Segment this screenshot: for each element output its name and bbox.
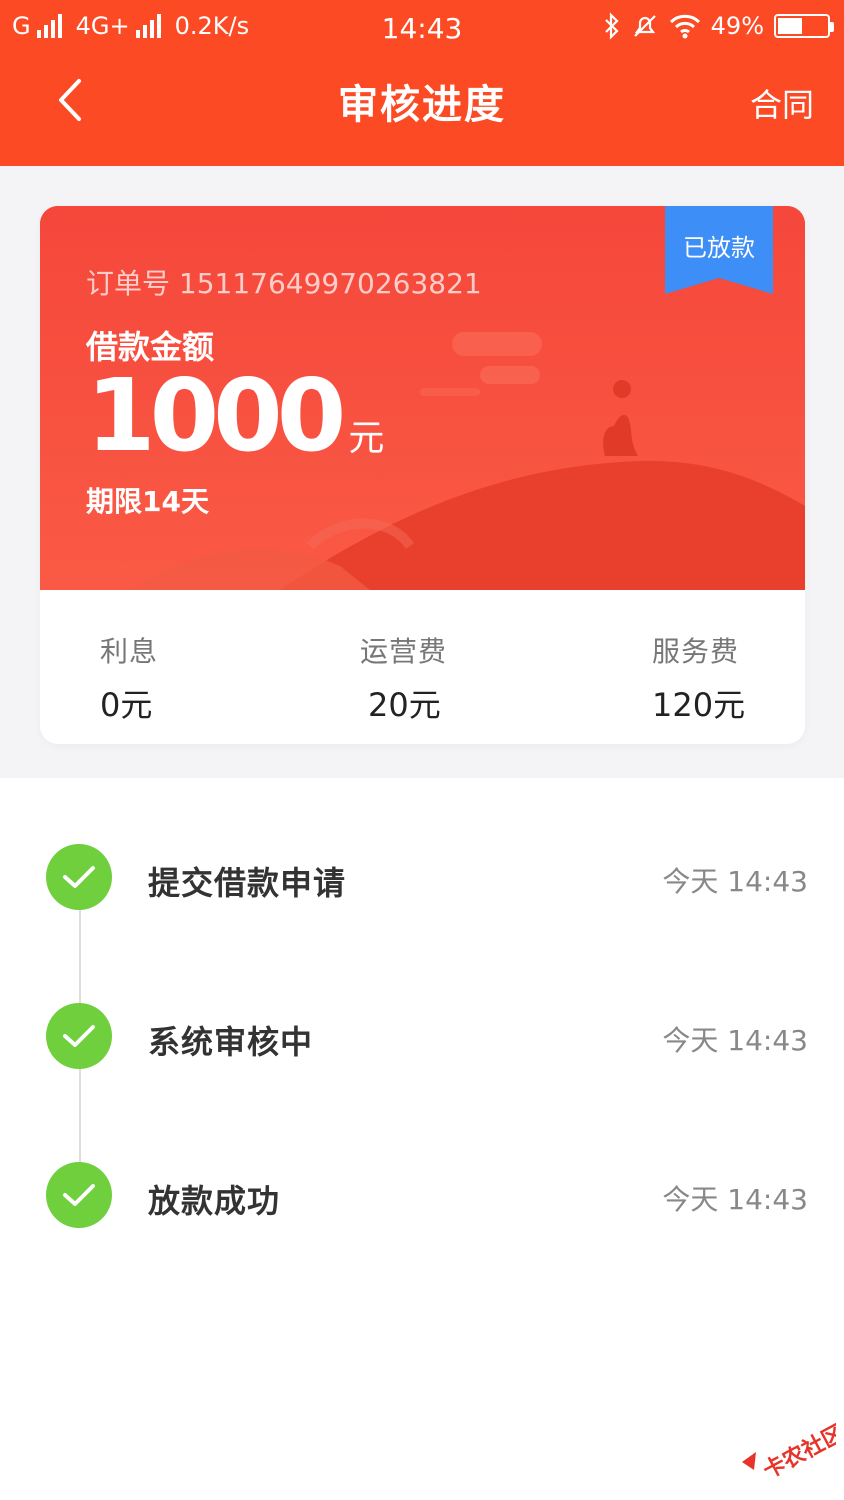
step-time: 今天 14:43 — [662, 1183, 808, 1216]
step-label: 提交借款申请 — [148, 864, 347, 902]
fee-service: 服务费 120元 — [652, 630, 745, 726]
loan-term: 期限14天 — [86, 485, 209, 518]
fee-value: 120元 — [652, 686, 746, 724]
fee-value: 0元 — [100, 686, 153, 724]
status-badge: 已放款 — [665, 206, 773, 296]
svg-text:卡农社区: 卡农社区 — [759, 1420, 836, 1482]
loan-amount: 1000 元 — [86, 366, 384, 466]
status-right: 49% — [603, 12, 834, 40]
page-title: 审核进度 — [338, 82, 506, 128]
watermark-logo: 卡农社区 — [736, 1412, 844, 1484]
order-number: 订单号 15117649970263821 — [86, 267, 482, 300]
contract-button[interactable]: 合同 — [750, 80, 814, 126]
fee-breakdown: 利息 0元 运营费 20元 服务费 120元 — [40, 590, 805, 744]
fee-operation: 运营费 20元 — [360, 630, 447, 726]
fee-label: 服务费 — [652, 635, 740, 668]
timeline-step-disbursed: 放款成功 今天 14:43 — [0, 1162, 844, 1232]
progress-timeline: 提交借款申请 今天 14:43 系统审核中 今天 14:43 放款成功 今天 1… — [0, 778, 844, 1500]
mute-bell-icon — [633, 15, 656, 37]
check-circle-icon — [46, 1162, 112, 1228]
step-time: 今天 14:43 — [662, 865, 808, 898]
loan-amount-value: 1000 — [86, 357, 346, 474]
nav-bar: 审核进度 合同 — [0, 56, 844, 166]
battery-icon — [774, 14, 834, 38]
fee-interest: 利息 0元 — [100, 630, 158, 726]
fee-value: 20元 — [368, 686, 441, 724]
status-badge-text: 已放款 — [683, 234, 755, 262]
status-bar: G 4G+ 0.2K/s 14:43 49% — [0, 0, 844, 56]
timeline-step-review: 系统审核中 今天 14:43 — [0, 1003, 844, 1073]
step-time: 今天 14:43 — [662, 1024, 808, 1057]
timeline-step-submit: 提交借款申请 今天 14:43 — [0, 844, 844, 914]
wifi-icon — [669, 14, 700, 39]
bluetooth-icon — [604, 12, 619, 40]
step-label: 放款成功 — [148, 1182, 281, 1220]
loan-amount-unit: 元 — [348, 418, 385, 459]
loan-card-header: 订单号 15117649970263821 借款金额 1000 元 期限14天 已… — [40, 206, 805, 590]
step-label: 系统审核中 — [148, 1023, 314, 1061]
app-header: G 4G+ 0.2K/s 14:43 49% 审核进度 合同 — [0, 0, 844, 166]
fee-label: 运营费 — [360, 635, 448, 668]
battery-percent: 49% — [710, 12, 764, 40]
fee-label: 利息 — [100, 635, 159, 668]
check-circle-icon — [46, 844, 112, 910]
check-circle-icon — [46, 1003, 112, 1069]
loan-card: 订单号 15117649970263821 借款金额 1000 元 期限14天 已… — [40, 206, 805, 744]
